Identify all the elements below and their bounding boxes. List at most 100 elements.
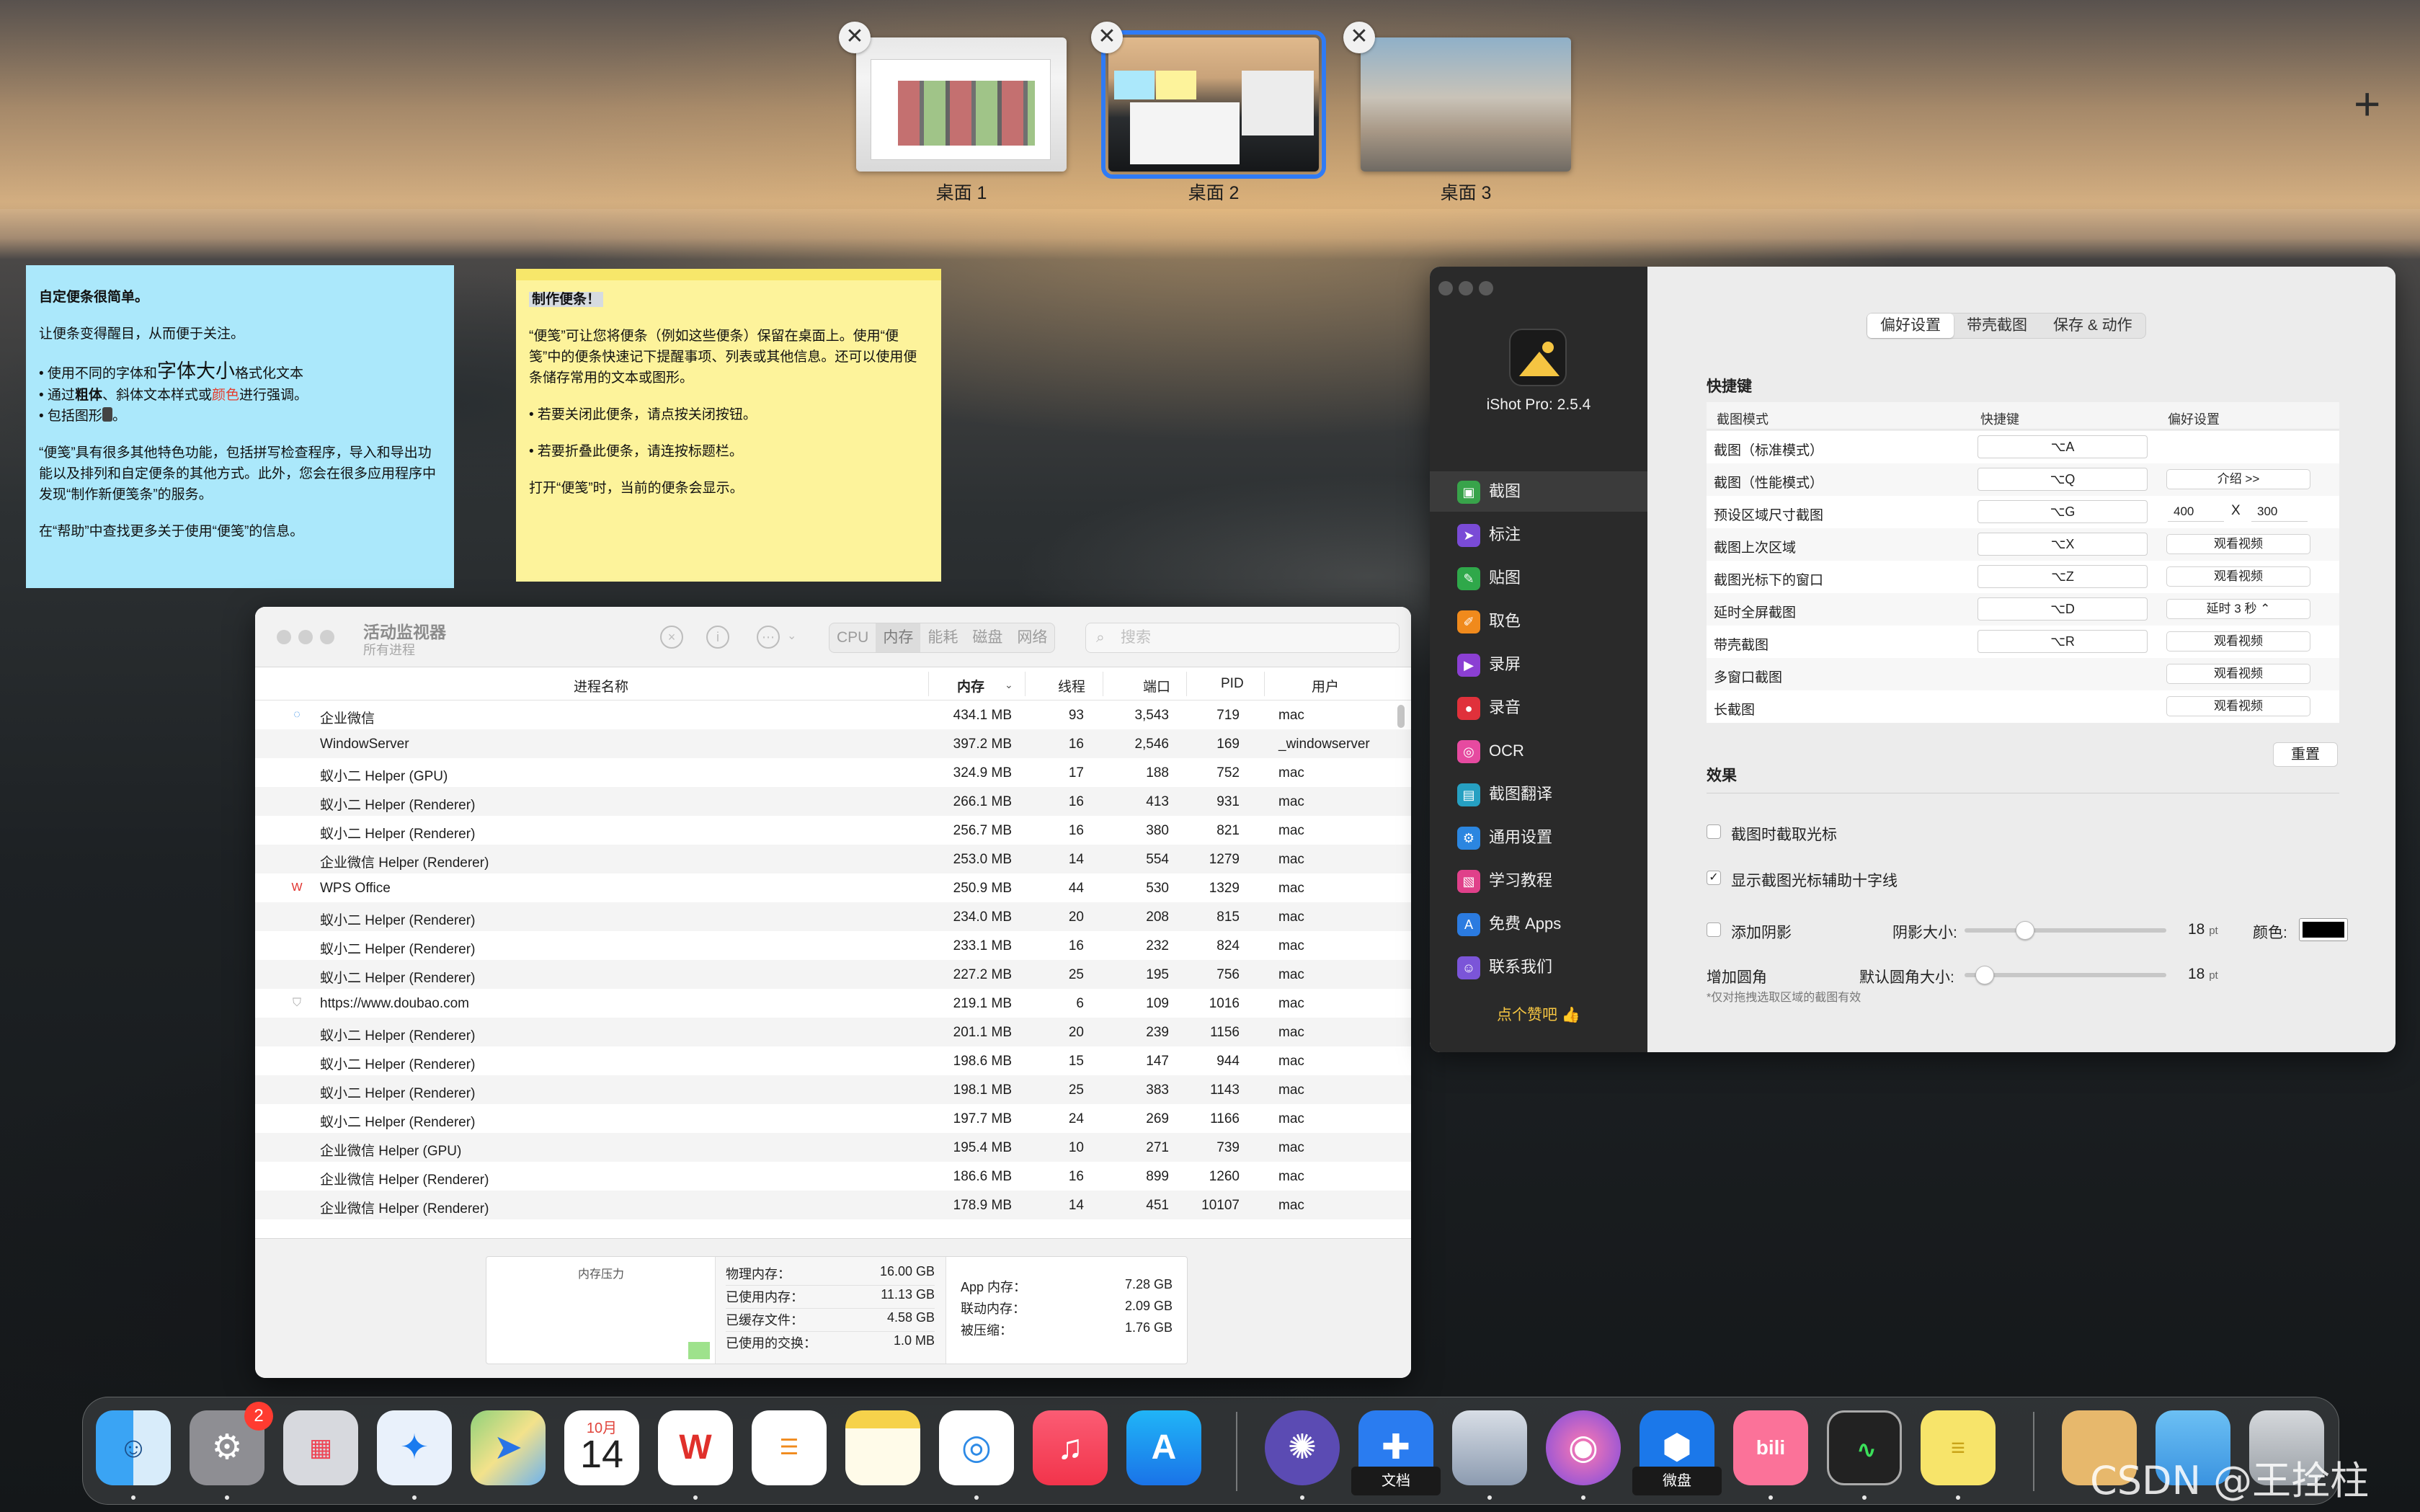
search-input[interactable]: ⌕ 搜索 bbox=[1085, 623, 1400, 653]
preference-button[interactable]: 观看视频 bbox=[2166, 534, 2310, 554]
table-row[interactable]: 蚁小二 Helper (Renderer) 256.7 MB 16 380 821 mac bbox=[255, 816, 1411, 845]
column-pid[interactable]: PID bbox=[1221, 676, 1244, 692]
preference-button[interactable]: 观看视频 bbox=[2166, 566, 2310, 587]
tab-preferences[interactable]: 偏好设置 bbox=[1867, 313, 1954, 338]
tab-framed-screenshot[interactable]: 带壳截图 bbox=[1954, 313, 2040, 338]
sidebar-item[interactable]: ▧ 学习教程 bbox=[1430, 860, 1647, 901]
preference-button[interactable]: 介绍 >> bbox=[2166, 469, 2310, 489]
zoom-window-button[interactable] bbox=[1479, 281, 1493, 295]
space-thumbnail[interactable] bbox=[1101, 30, 1326, 179]
table-row[interactable]: 蚁小二 Helper (Renderer) 197.7 MB 24 269 1166 ma… bbox=[255, 1104, 1411, 1133]
app-store-icon[interactable]: A bbox=[1126, 1410, 1201, 1485]
tab-memory[interactable]: 内存 bbox=[876, 623, 921, 652]
close-space-icon[interactable]: ✕ bbox=[1091, 22, 1123, 53]
column-process-name[interactable]: 进程名称 bbox=[574, 676, 628, 695]
table-row[interactable]: 蚁小二 Helper (Renderer) 266.1 MB 16 413 931 mac bbox=[255, 787, 1411, 816]
column-memory[interactable]: 内存 bbox=[957, 676, 984, 695]
table-row[interactable]: 企业微信 Helper (Renderer) 186.6 MB 16 899 1260 m… bbox=[255, 1162, 1411, 1191]
shadow-size-slider[interactable] bbox=[1965, 921, 2166, 940]
sidebar-item[interactable]: ● 录音 bbox=[1430, 688, 1647, 728]
preference-button[interactable]: 观看视频 bbox=[2166, 696, 2310, 716]
sidebar-item[interactable]: ☺ 联系我们 bbox=[1430, 947, 1647, 987]
preference-button[interactable]: 延时 3 秒 ⌃ bbox=[2166, 599, 2310, 619]
like-link[interactable]: 点个赞吧 👍 bbox=[1430, 1003, 1647, 1025]
space-desktop-2[interactable]: ✕ 桌面 2 bbox=[1091, 22, 1326, 203]
table-row[interactable]: 蚁小二 Helper (Renderer) 198.6 MB 15 147 944 mac bbox=[255, 1046, 1411, 1075]
sidebar-item[interactable]: ⚙ 通用设置 bbox=[1430, 817, 1647, 858]
table-row[interactable]: ◌ 企业微信 434.1 MB 93 3,543 719 mac bbox=[255, 701, 1411, 729]
tab-save-actions[interactable]: 保存 & 动作 bbox=[2040, 313, 2145, 338]
shortcut-key-field[interactable]: ⌥Z bbox=[1978, 565, 2148, 588]
shortcut-key-field[interactable]: ⌥R bbox=[1978, 630, 2148, 653]
maps-icon[interactable]: ➤ bbox=[471, 1410, 546, 1485]
zoom-window-button[interactable] bbox=[320, 630, 334, 644]
table-row[interactable]: 蚁小二 Helper (Renderer) 198.1 MB 25 383 1143 ma… bbox=[255, 1075, 1411, 1104]
ishot-preferences-window[interactable]: iShot Pro: 2.5.4 ▣ 截图 ➤ 标注 ✎ 贴图 ✐ 取色 ▶ 录屏 ● 录音 ◎ OCR ▤… bbox=[1430, 267, 2395, 1052]
corner-size-slider[interactable] bbox=[1965, 966, 2166, 984]
table-row[interactable]: 企业微信 Helper (Renderer) 178.9 MB 14 451 10107… bbox=[255, 1191, 1411, 1219]
space-desktop-1[interactable]: ✕ 桌面 1 bbox=[839, 22, 1067, 203]
chevron-down-icon[interactable]: ⌄ bbox=[787, 628, 796, 643]
width-input[interactable]: 400 bbox=[2168, 502, 2224, 522]
column-threads[interactable]: 线程 bbox=[1058, 676, 1085, 695]
activity-monitor-window[interactable]: 活动监视器 所有进程 × i ⋯ ⌄ CPU 内存 能耗 磁盘 网络 ⌕ 搜索 … bbox=[255, 607, 1411, 1378]
close-space-icon[interactable]: ✕ bbox=[839, 22, 871, 53]
launchpad-icon[interactable]: ▦ bbox=[283, 1410, 358, 1485]
sidebar-item[interactable]: A 免费 Apps bbox=[1430, 904, 1647, 944]
crosshair-checkbox[interactable]: ✓ bbox=[1707, 871, 1721, 885]
add-space-icon[interactable]: + bbox=[2354, 81, 2380, 127]
sidebar-item[interactable]: ◎ OCR bbox=[1430, 731, 1647, 771]
sidebar-item[interactable]: ▶ 录屏 bbox=[1430, 644, 1647, 685]
add-shadow-checkbox[interactable] bbox=[1707, 922, 1721, 937]
preference-button[interactable]: 观看视频 bbox=[2166, 631, 2310, 652]
height-input[interactable]: 300 bbox=[2251, 502, 2308, 522]
tab-cpu[interactable]: CPU bbox=[829, 623, 876, 652]
calendar-icon[interactable]: 10月 14 bbox=[564, 1410, 639, 1485]
notes-icon[interactable] bbox=[845, 1410, 920, 1485]
reminders-icon[interactable]: ☰ bbox=[752, 1410, 827, 1485]
slider-knob[interactable] bbox=[1975, 966, 1994, 984]
shortcut-key-field[interactable]: ⌥G bbox=[1978, 500, 2148, 523]
close-window-button[interactable] bbox=[1438, 281, 1453, 295]
sidebar-item[interactable]: ▤ 截图翻译 bbox=[1430, 774, 1647, 814]
tab-network[interactable]: 网络 bbox=[1010, 623, 1054, 652]
music-icon[interactable]: ♫ bbox=[1033, 1410, 1108, 1485]
bilibili-icon[interactable]: bili bbox=[1733, 1410, 1808, 1485]
table-row[interactable]: 蚁小二 Helper (Renderer) 201.1 MB 20 239 1156 ma… bbox=[255, 1018, 1411, 1046]
stop-process-icon[interactable]: × bbox=[660, 626, 683, 649]
finder-icon[interactable]: ☺ bbox=[96, 1410, 171, 1485]
safari-icon[interactable]: ✦ bbox=[377, 1410, 452, 1485]
table-row[interactable]: 蚁小二 Helper (Renderer) 233.1 MB 16 232 824 mac bbox=[255, 931, 1411, 960]
sidebar-item[interactable]: ✐ 取色 bbox=[1430, 601, 1647, 641]
space-desktop-3[interactable]: ✕ 桌面 3 bbox=[1343, 22, 1571, 203]
preview-icon[interactable] bbox=[1452, 1410, 1527, 1485]
sidebar-item[interactable]: ✎ 贴图 bbox=[1430, 558, 1647, 598]
reset-button[interactable]: 重置 bbox=[2273, 742, 2338, 767]
sticky-note-blue[interactable]: 自定便条很简单。 让便条变得醒目，从而便于关注。 • 使用不同的字体和字体大小格… bbox=[26, 265, 454, 588]
table-row[interactable]: W WPS Office 250.9 MB 44 530 1329 mac bbox=[255, 873, 1411, 902]
shortcut-key-field[interactable]: ⌥Q bbox=[1978, 468, 2148, 491]
table-row[interactable]: 企业微信 Helper (Renderer) 253.0 MB 14 554 1279 m… bbox=[255, 845, 1411, 873]
ant-assistant-icon[interactable]: ✺ bbox=[1265, 1410, 1340, 1485]
table-row[interactable]: ⛉ https://www.doubao.com 219.1 MB 6 109 1016 m… bbox=[255, 989, 1411, 1018]
sidebar-item[interactable]: ▣ 截图 bbox=[1430, 471, 1647, 512]
ishot-app-icon[interactable]: ◉ bbox=[1546, 1410, 1621, 1485]
tab-energy[interactable]: 能耗 bbox=[920, 623, 965, 652]
system-settings-icon[interactable]: ⚙ 2 bbox=[190, 1402, 273, 1485]
slider-knob[interactable] bbox=[2016, 921, 2034, 940]
minimize-window-button[interactable] bbox=[298, 630, 313, 644]
capture-cursor-checkbox[interactable] bbox=[1707, 824, 1721, 839]
table-row[interactable]: 蚁小二 Helper (Renderer) 227.2 MB 25 195 756 mac bbox=[255, 960, 1411, 989]
shortcut-key-field[interactable]: ⌥X bbox=[1978, 533, 2148, 556]
wecom-icon[interactable]: ◎ bbox=[939, 1410, 1014, 1485]
more-actions-icon[interactable]: ⋯ bbox=[757, 626, 780, 649]
column-user[interactable]: 用户 bbox=[1312, 676, 1339, 695]
info-icon[interactable]: i bbox=[706, 626, 729, 649]
preference-button[interactable]: 观看视频 bbox=[2166, 664, 2310, 684]
scrollbar[interactable] bbox=[1397, 705, 1405, 728]
sticky-note-yellow[interactable]: 制作便条！ “便笺”可让您将便条（例如这些便条）保留在桌面上。使用“便笺”中的便… bbox=[516, 269, 941, 582]
wps-office-icon[interactable]: W bbox=[658, 1410, 733, 1485]
table-row[interactable]: 企业微信 Helper (GPU) 195.4 MB 10 271 739 mac bbox=[255, 1133, 1411, 1162]
table-row[interactable]: 蚁小二 Helper (GPU) 324.9 MB 17 188 752 mac bbox=[255, 758, 1411, 787]
sidebar-item[interactable]: ➤ 标注 bbox=[1430, 515, 1647, 555]
